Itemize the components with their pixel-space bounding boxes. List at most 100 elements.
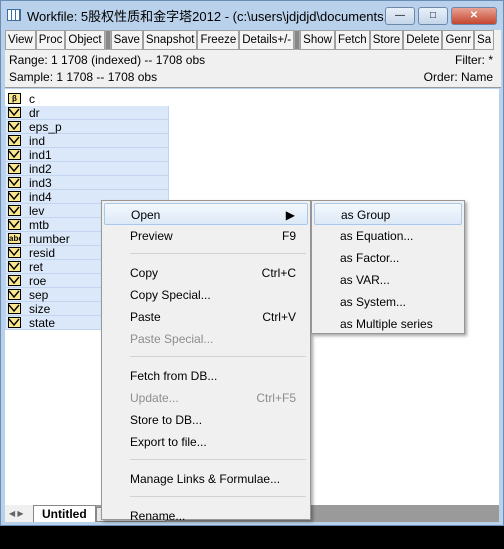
- object-name: number: [29, 231, 70, 246]
- series-icon: [8, 121, 21, 132]
- toolbar-button-snapshot[interactable]: Snapshot: [142, 30, 198, 50]
- submenu-item-as-factor[interactable]: as Factor...: [314, 247, 462, 269]
- menu-item-delete[interactable]: Delete: [104, 527, 308, 549]
- order-text[interactable]: Order: Name: [424, 70, 493, 84]
- menu-shortcut: Ctrl+C: [261, 266, 296, 280]
- object-name: ret: [29, 259, 44, 274]
- list-item[interactable]: dr: [5, 106, 169, 120]
- menu-item-export-to-file[interactable]: Export to file...: [104, 431, 308, 453]
- object-name: size: [29, 301, 51, 316]
- toolbar-button-fetch[interactable]: Fetch: [334, 30, 370, 50]
- menu-shortcut: Ctrl+V: [262, 310, 296, 324]
- series-icon: [8, 303, 21, 314]
- object-name: ind: [29, 133, 46, 148]
- series-icon: [8, 247, 21, 258]
- series-icon: [8, 261, 21, 272]
- list-item[interactable]: ind: [5, 134, 169, 148]
- range-text: Range: 1 1708 (indexed) -- 1708 obs: [9, 53, 206, 67]
- menu-item-label: Copy Special...: [130, 288, 211, 302]
- tab-scroll-arrows[interactable]: ◀ ▶: [5, 505, 33, 522]
- menu-item-label: Preview: [130, 229, 173, 243]
- object-name: dr: [29, 105, 40, 120]
- series-icon: [8, 135, 21, 146]
- menu-item-copy-special[interactable]: Copy Special...: [104, 284, 308, 306]
- workfile-icon: [7, 9, 21, 21]
- menu-item-label: Rename...: [130, 509, 186, 523]
- object-name: ind2: [29, 161, 52, 176]
- menu-item-copy[interactable]: Copy Ctrl+C: [104, 262, 308, 284]
- minimize-button[interactable]: —: [385, 7, 415, 25]
- series-icon: [8, 149, 21, 160]
- menu-shortcut: Ctrl+F5: [256, 391, 296, 405]
- toolbar-button-delete[interactable]: Delete: [403, 30, 443, 50]
- series-icon: [8, 275, 21, 286]
- series-icon: [8, 205, 21, 216]
- menu-item-label: Paste Special...: [130, 332, 214, 346]
- submenu-item-as-multiple-series[interactable]: as Multiple series: [314, 313, 462, 335]
- toolbar-button-view[interactable]: View: [5, 30, 36, 50]
- toolbar-button-store[interactable]: Store: [369, 30, 404, 50]
- object-name: ind4: [29, 189, 52, 204]
- list-item[interactable]: eps_p: [5, 120, 169, 134]
- list-item[interactable]: βc: [5, 92, 169, 106]
- object-name: ind3: [29, 175, 52, 190]
- menu-item-update[interactable]: Update... Ctrl+F5: [104, 387, 308, 409]
- menu-item-paste[interactable]: Paste Ctrl+V: [104, 306, 308, 328]
- menu-separator: [130, 459, 306, 460]
- submenu-item-as-group[interactable]: as Group: [314, 203, 462, 225]
- series-icon: [8, 191, 21, 202]
- close-button[interactable]: ✕: [451, 7, 497, 25]
- menu-item-label: Copy: [130, 266, 159, 280]
- menu-item-store-to-db[interactable]: Store to DB...: [104, 409, 308, 431]
- context-menu: Open ▶ Preview F9 Copy Ctrl+C Copy Special... P…: [101, 200, 311, 545]
- list-item[interactable]: ind2: [5, 162, 169, 176]
- menu-item-preview[interactable]: Preview F9: [104, 225, 308, 247]
- object-name: c: [29, 91, 35, 106]
- menu-item-label: Paste: [130, 310, 161, 324]
- sample-text: Sample: 1 1708 -- 1708 obs: [9, 70, 158, 84]
- menu-item-label: Delete: [130, 531, 165, 545]
- menu-item-label: Update...: [130, 391, 179, 405]
- menu-item-paste-special[interactable]: Paste Special...: [104, 328, 308, 350]
- toolbar-button-freeze[interactable]: Freeze: [197, 30, 240, 50]
- submenu-item-as-var[interactable]: as VAR...: [314, 269, 462, 291]
- toolbar-button-save[interactable]: Save: [110, 30, 143, 50]
- toolbar-button-proc[interactable]: Proc: [35, 30, 66, 50]
- menu-separator: [130, 253, 306, 254]
- workfile-info: Range: 1 1708 (indexed) -- 1708 obs Samp…: [5, 50, 501, 88]
- maximize-button[interactable]: □: [418, 7, 448, 25]
- submenu-item-as-system[interactable]: as System...: [314, 291, 462, 313]
- tab-untitled[interactable]: Untitled: [33, 505, 96, 522]
- toolbar-button-sa[interactable]: Sa: [474, 30, 495, 50]
- beta-icon: β: [8, 93, 21, 104]
- alpha-icon: abc: [8, 233, 21, 244]
- series-icon: [8, 289, 21, 300]
- menu-item-fetch-from-db[interactable]: Fetch from DB...: [104, 365, 308, 387]
- menu-item-open[interactable]: Open ▶: [104, 203, 308, 225]
- menu-item-label: Export to file...: [130, 435, 207, 449]
- filter-text[interactable]: Filter: *: [455, 53, 493, 67]
- object-name: sep: [29, 287, 49, 302]
- menu-item-label: Open: [131, 208, 161, 222]
- menu-item-rename[interactable]: Rename...: [104, 505, 308, 527]
- menu-item-label: Store to DB...: [130, 413, 203, 427]
- menu-item-manage-links-formulae[interactable]: Manage Links & Formulae...: [104, 468, 308, 490]
- submenu-item-as-equation[interactable]: as Equation...: [314, 225, 462, 247]
- object-name: ind1: [29, 147, 52, 162]
- object-name: roe: [29, 273, 47, 288]
- toolbar-button-show[interactable]: Show: [300, 30, 335, 50]
- window-title: Workfile: 5股权性质和金字塔2012 - (c:\users\jdjd…: [27, 8, 395, 24]
- object-name: mtb: [29, 217, 50, 232]
- menu-item-label: Fetch from DB...: [130, 369, 218, 383]
- toolbar-button-genr[interactable]: Genr: [442, 30, 475, 50]
- toolbar: View Proc Object Save Snapshot Freeze Details+…: [5, 30, 501, 50]
- menu-item-label: Manage Links & Formulae...: [130, 472, 281, 486]
- title-bar[interactable]: Workfile: 5股权性质和金字塔2012 - (c:\users\jdjd…: [1, 1, 503, 29]
- series-icon: [8, 317, 21, 328]
- object-name: eps_p: [29, 119, 62, 134]
- toolbar-button-details[interactable]: Details+/-: [239, 30, 295, 50]
- list-item[interactable]: ind3: [5, 176, 169, 190]
- open-submenu: as Group as Equation... as Factor... as VAR…: [311, 200, 465, 334]
- list-item[interactable]: ind1: [5, 148, 169, 162]
- toolbar-button-object[interactable]: Object: [65, 30, 105, 50]
